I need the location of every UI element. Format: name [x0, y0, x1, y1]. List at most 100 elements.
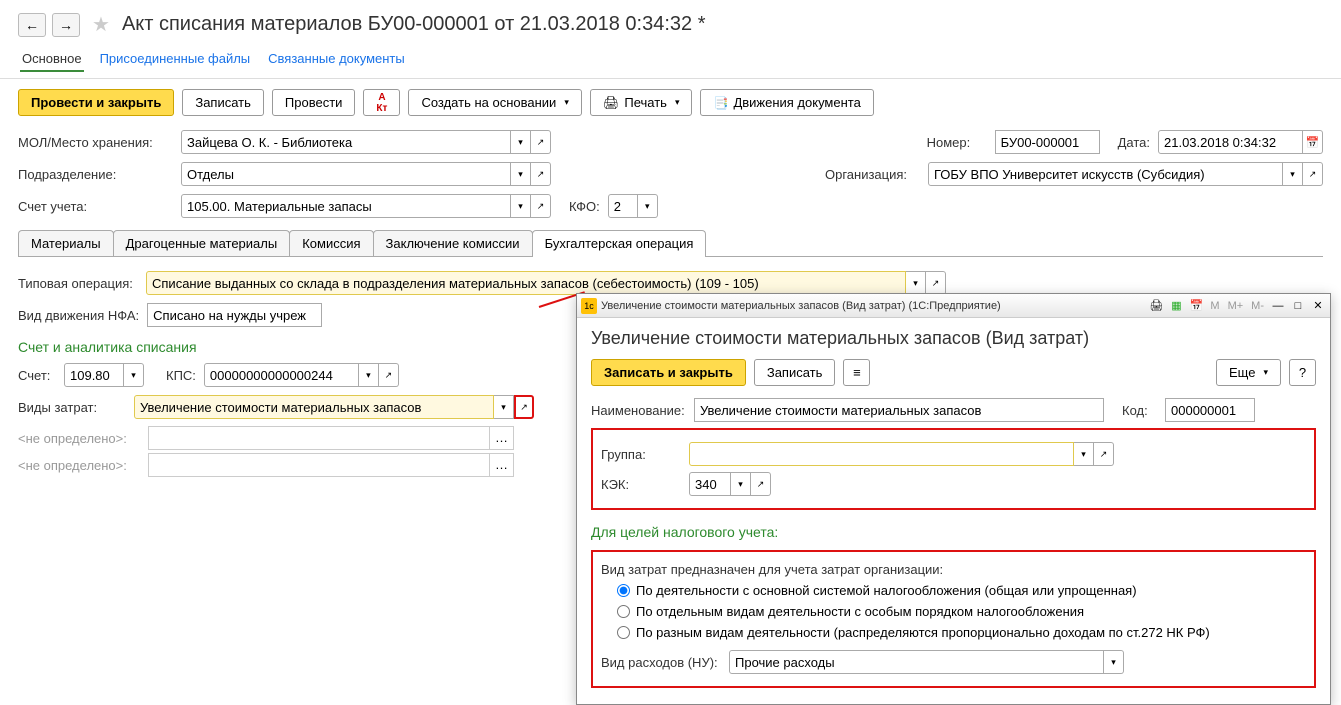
org-open-button[interactable]: ↗: [1303, 162, 1323, 186]
nav-forward-button[interactable]: →: [52, 13, 80, 37]
modal-radio-main-input[interactable]: [617, 584, 630, 597]
score-dropdown-button[interactable]: ▾: [124, 363, 144, 387]
favorite-star-icon[interactable]: ★: [92, 12, 110, 37]
typical-op-label: Типовая операция:: [18, 276, 138, 291]
save-button[interactable]: Записать: [182, 89, 264, 116]
undefined-picker-2[interactable]: …: [489, 454, 513, 476]
titlebar-maximize-button[interactable]: □: [1290, 298, 1306, 314]
modal-radio-distributed[interactable]: По разным видам деятельности (распределя…: [617, 625, 1306, 640]
titlebar-calendar-icon[interactable]: 📅: [1188, 298, 1204, 314]
typical-op-input[interactable]: Списание выданных со склада в подразделе…: [146, 271, 906, 295]
cost-type-input[interactable]: Увеличение стоимости материальных запасо…: [134, 395, 494, 419]
mol-input[interactable]: Зайцева О. К. - Библиотека: [181, 130, 511, 154]
number-input[interactable]: БУ00-000001: [995, 130, 1100, 154]
nav-back-button[interactable]: ←: [18, 13, 46, 37]
post-button[interactable]: Провести: [272, 89, 356, 116]
cost-type-dropdown-button[interactable]: ▾: [494, 395, 514, 419]
create-based-on-button[interactable]: Создать на основании: [408, 89, 581, 116]
titlebar-mminus-button[interactable]: M-: [1249, 300, 1266, 312]
modal-radio-main[interactable]: По деятельности с основной системой нало…: [617, 583, 1306, 598]
account-input[interactable]: 105.00. Материальные запасы: [181, 194, 511, 218]
undefined-input-2[interactable]: …: [148, 453, 514, 477]
mol-open-button[interactable]: ↗: [531, 130, 551, 154]
modal-kek-dropdown-button[interactable]: ▾: [731, 472, 751, 496]
akt-icon: АКт: [376, 92, 387, 114]
modal-tax-highlighted-group: Вид затрат предназначен для учета затрат…: [591, 550, 1316, 688]
modal-highlighted-group: Группа: ▾ ↗ КЭК: 340 ▾ ↗: [591, 428, 1316, 510]
kfo-input[interactable]: 2: [608, 194, 638, 218]
kps-label: КПС:: [166, 368, 196, 383]
tab-main[interactable]: Основное: [20, 47, 84, 72]
mol-label: МОЛ/Место хранения:: [18, 135, 173, 150]
kfo-dropdown-button[interactable]: ▾: [638, 194, 658, 218]
undefined-input-1[interactable]: …: [148, 426, 514, 450]
akt-button[interactable]: АКт: [363, 89, 400, 116]
kps-dropdown-button[interactable]: ▾: [359, 363, 379, 387]
post-and-close-button[interactable]: Провести и закрыть: [18, 89, 174, 116]
modal-radio-special-input[interactable]: [617, 605, 630, 618]
cost-type-open-button[interactable]: ↗: [514, 395, 534, 419]
movement-type-label: Вид движения НФА:: [18, 308, 139, 323]
modal-radio-distributed-input[interactable]: [617, 626, 630, 639]
modal-name-label: Наименование:: [591, 403, 686, 418]
movement-type-input[interactable]: Списано на нужды учреж: [147, 303, 322, 327]
tab-linked-docs[interactable]: Связанные документы: [266, 47, 407, 72]
modal-name-input[interactable]: Увеличение стоимости материальных запасо…: [694, 398, 1104, 422]
modal-list-button[interactable]: ≡: [843, 359, 870, 386]
modal-radio-special[interactable]: По отдельным видам деятельности с особым…: [617, 604, 1306, 619]
tab-accounting[interactable]: Бухгалтерская операция: [532, 230, 707, 256]
modal-kek-open-button[interactable]: ↗: [751, 472, 771, 496]
print-button[interactable]: Печать: [590, 89, 693, 116]
modal-kek-input[interactable]: 340: [689, 472, 731, 496]
modal-code-label: Код:: [1122, 403, 1157, 418]
titlebar-close-button[interactable]: ✕: [1310, 298, 1326, 314]
typical-op-open-button[interactable]: ↗: [926, 271, 946, 295]
modal-group-label: Группа:: [601, 447, 681, 462]
dept-dropdown-button[interactable]: ▾: [511, 162, 531, 186]
modal-help-button[interactable]: ?: [1289, 359, 1316, 386]
titlebar-print-icon[interactable]: 🖨: [1148, 298, 1164, 314]
account-label: Счет учета:: [18, 199, 173, 214]
modal-group-dropdown-button[interactable]: ▾: [1074, 442, 1094, 466]
modal-title: Увеличение стоимости материальных запасо…: [591, 328, 1316, 349]
tab-commission[interactable]: Комиссия: [289, 230, 373, 256]
kps-open-button[interactable]: ↗: [379, 363, 399, 387]
undefined-picker-1[interactable]: …: [489, 427, 513, 449]
modal-more-button[interactable]: Еще: [1216, 359, 1281, 386]
date-calendar-button[interactable]: [1303, 130, 1323, 154]
modal-exp-type-input[interactable]: Прочие расходы: [729, 650, 1104, 674]
modal-exp-type-dropdown-button[interactable]: ▾: [1104, 650, 1124, 674]
document-movements-icon: [713, 95, 728, 110]
account-open-button[interactable]: ↗: [531, 194, 551, 218]
typical-op-dropdown-button[interactable]: ▾: [906, 271, 926, 295]
movements-button[interactable]: Движения документа: [700, 89, 873, 116]
dept-open-button[interactable]: ↗: [531, 162, 551, 186]
tab-attached-files[interactable]: Присоединенные файлы: [98, 47, 253, 72]
modal-code-input[interactable]: 000000001: [1165, 398, 1255, 422]
score-label: Счет:: [18, 368, 56, 383]
dept-label: Подразделение:: [18, 167, 173, 182]
titlebar-m-button[interactable]: M: [1208, 300, 1221, 312]
kps-input[interactable]: 00000000000000244: [204, 363, 359, 387]
tab-conclusion[interactable]: Заключение комиссии: [373, 230, 533, 256]
modal-kek-label: КЭК:: [601, 477, 681, 492]
org-dropdown-button[interactable]: ▾: [1283, 162, 1303, 186]
titlebar-minimize-button[interactable]: —: [1270, 298, 1286, 314]
modal-window-title: Увеличение стоимости материальных запасо…: [601, 300, 1144, 312]
org-input[interactable]: ГОБУ ВПО Университет искусств (Субсидия): [928, 162, 1283, 186]
modal-group-input[interactable]: [689, 442, 1074, 466]
modal-tax-section: Для целей налогового учета:: [591, 516, 1316, 544]
titlebar-mplus-button[interactable]: M+: [1226, 300, 1246, 312]
modal-save-close-button[interactable]: Записать и закрыть: [591, 359, 746, 386]
date-input[interactable]: 21.03.2018 0:34:32: [1158, 130, 1303, 154]
modal-group-open-button[interactable]: ↗: [1094, 442, 1114, 466]
score-input[interactable]: 109.80: [64, 363, 124, 387]
titlebar-grid-icon[interactable]: ▦: [1168, 298, 1184, 314]
tab-materials[interactable]: Материалы: [18, 230, 114, 256]
org-label: Организация:: [825, 167, 920, 182]
account-dropdown-button[interactable]: ▾: [511, 194, 531, 218]
tab-precious[interactable]: Драгоценные материалы: [113, 230, 291, 256]
mol-dropdown-button[interactable]: ▾: [511, 130, 531, 154]
dept-input[interactable]: Отделы: [181, 162, 511, 186]
modal-save-button[interactable]: Записать: [754, 359, 836, 386]
